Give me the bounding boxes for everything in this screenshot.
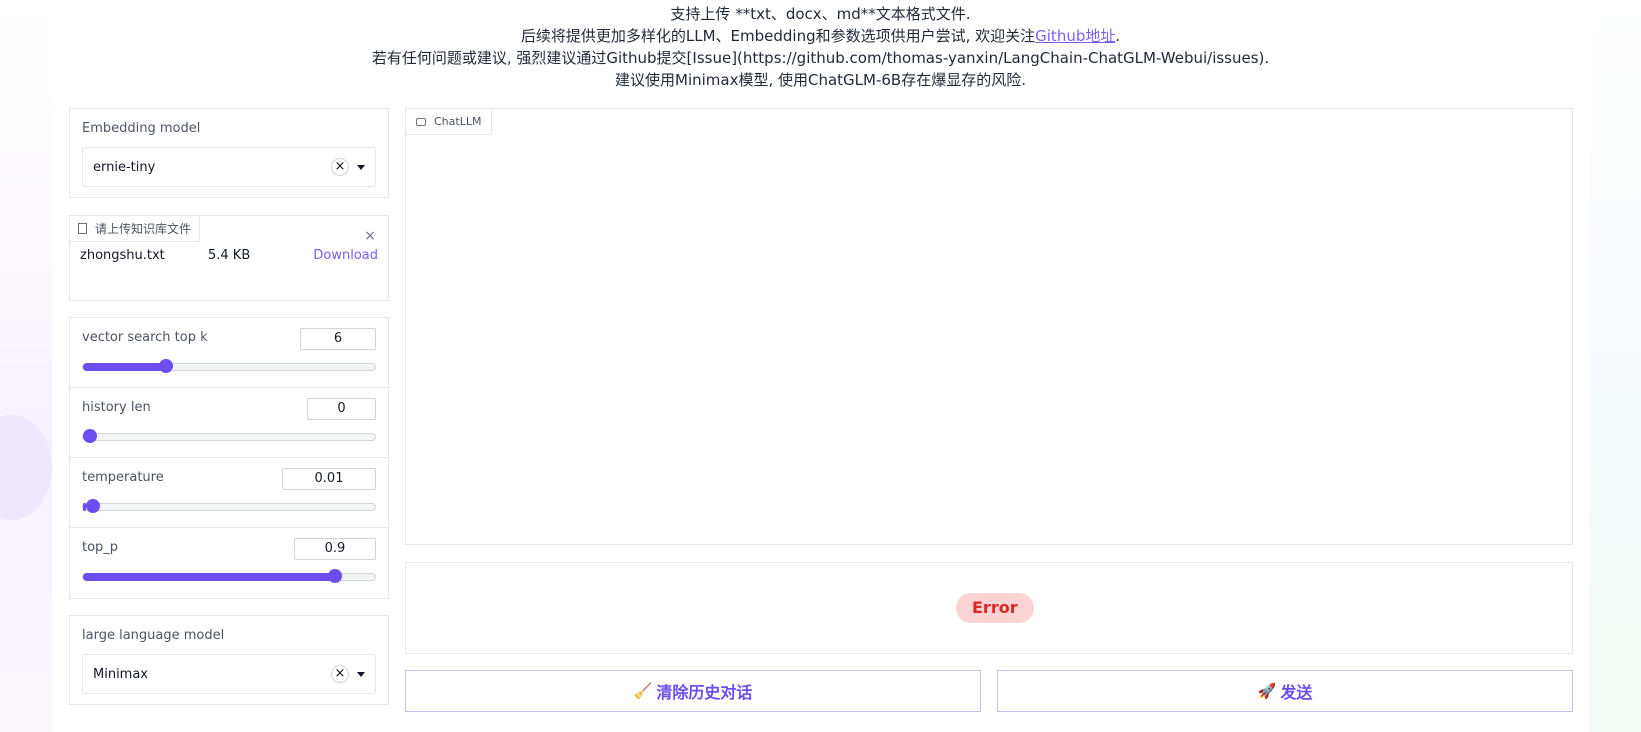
history-len-track[interactable]	[82, 429, 376, 443]
background-right	[1589, 0, 1641, 732]
chevron-down-icon[interactable]	[357, 164, 365, 170]
temperature-input[interactable]: 0.01	[282, 468, 376, 490]
chat-tab: ChatLLM	[406, 109, 493, 135]
clear-history-label: 清除历史对话	[656, 683, 753, 702]
top-k-track[interactable]	[82, 359, 376, 373]
llm-label: large language model	[82, 628, 225, 643]
llm-select[interactable]: Minimax ×	[82, 654, 376, 694]
knowledge-upload-panel: 请上传知识库文件 × zhongshu.txt 5.4 KB Download	[69, 215, 389, 301]
upload-tab: 请上传知识库文件	[70, 216, 201, 242]
llm-value: Minimax	[93, 666, 149, 682]
top-p-fill	[83, 573, 340, 581]
parameters-panel: vector search top k 6 history len 0 temp…	[69, 317, 389, 599]
intro-line-2: 后续将提供更加多样化的LLM、Embedding和参数选项供用户尝试, 欢迎关注…	[0, 25, 1641, 47]
intro-line-4: 建议使用Minimax模型, 使用ChatGLM-6B存在爆显存的风险.	[615, 71, 1026, 89]
history-len-thumb[interactable]	[83, 429, 97, 443]
clear-icon[interactable]: ×	[331, 158, 349, 176]
top-p-thumb[interactable]	[327, 569, 342, 583]
file-name: zhongshu.txt	[80, 248, 165, 263]
slider-history-len: history len 0	[70, 388, 388, 458]
chat-icon	[416, 117, 426, 126]
github-link[interactable]: Github地址	[1035, 27, 1115, 45]
top-k-fill	[83, 363, 164, 371]
top-p-input[interactable]: 0.9	[294, 538, 376, 560]
status-panel[interactable]: Error	[405, 562, 1573, 654]
temperature-thumb[interactable]	[85, 499, 100, 513]
slider-label: top_p	[82, 540, 119, 555]
file-row: zhongshu.txt 5.4 KB Download	[80, 248, 378, 268]
rocket-icon: 🚀	[1257, 682, 1277, 700]
chevron-down-icon[interactable]	[357, 671, 365, 677]
send-label: 发送	[1280, 683, 1313, 702]
llm-panel: large language model Minimax ×	[69, 615, 389, 705]
clear-icon[interactable]: ×	[331, 665, 349, 683]
download-link[interactable]: Download	[313, 248, 378, 263]
close-icon[interactable]: ×	[364, 228, 376, 244]
background-left	[0, 0, 52, 732]
error-badge: Error	[956, 593, 1034, 623]
slider-top-p: top_p 0.9	[70, 528, 388, 598]
embedding-model-value: ernie-tiny	[93, 159, 156, 175]
chat-tab-label: ChatLLM	[434, 115, 482, 128]
slider-temperature: temperature 0.01	[70, 458, 388, 528]
broom-icon: 🧹	[633, 682, 653, 700]
intro-line-2-prefix: 后续将提供更加多样化的LLM、Embedding和参数选项供用户尝试, 欢迎关注	[520, 27, 1036, 45]
slider-label: vector search top k	[82, 330, 208, 345]
intro-line-3: 若有任何问题或建议, 强烈建议通过Github提交[Issue](https:/…	[371, 49, 1270, 67]
slider-top-k: vector search top k 6	[70, 318, 388, 388]
top-p-track[interactable]	[82, 569, 376, 583]
file-icon	[78, 223, 87, 234]
file-size: 5.4 KB	[208, 248, 251, 263]
clear-history-button[interactable]: 🧹 清除历史对话	[405, 670, 981, 712]
embedding-model-panel: Embedding model ernie-tiny ×	[69, 108, 389, 198]
embedding-model-select[interactable]: ernie-tiny ×	[82, 147, 376, 187]
slider-label: temperature	[82, 470, 164, 485]
embedding-model-label: Embedding model	[82, 121, 201, 136]
intro-line-2-suffix: .	[1115, 27, 1121, 45]
top-k-input[interactable]: 6	[300, 328, 376, 350]
slider-label: history len	[82, 400, 151, 415]
top-k-thumb[interactable]	[159, 359, 174, 373]
chatbot-panel: ChatLLM	[405, 108, 1573, 545]
upload-tab-label: 请上传知识库文件	[95, 222, 192, 236]
send-button[interactable]: 🚀 发送	[997, 670, 1573, 712]
intro-line-1: 支持上传 **txt、docx、md**文本格式文件.	[670, 5, 971, 23]
temperature-track[interactable]	[82, 499, 376, 513]
history-len-input[interactable]: 0	[307, 398, 376, 420]
